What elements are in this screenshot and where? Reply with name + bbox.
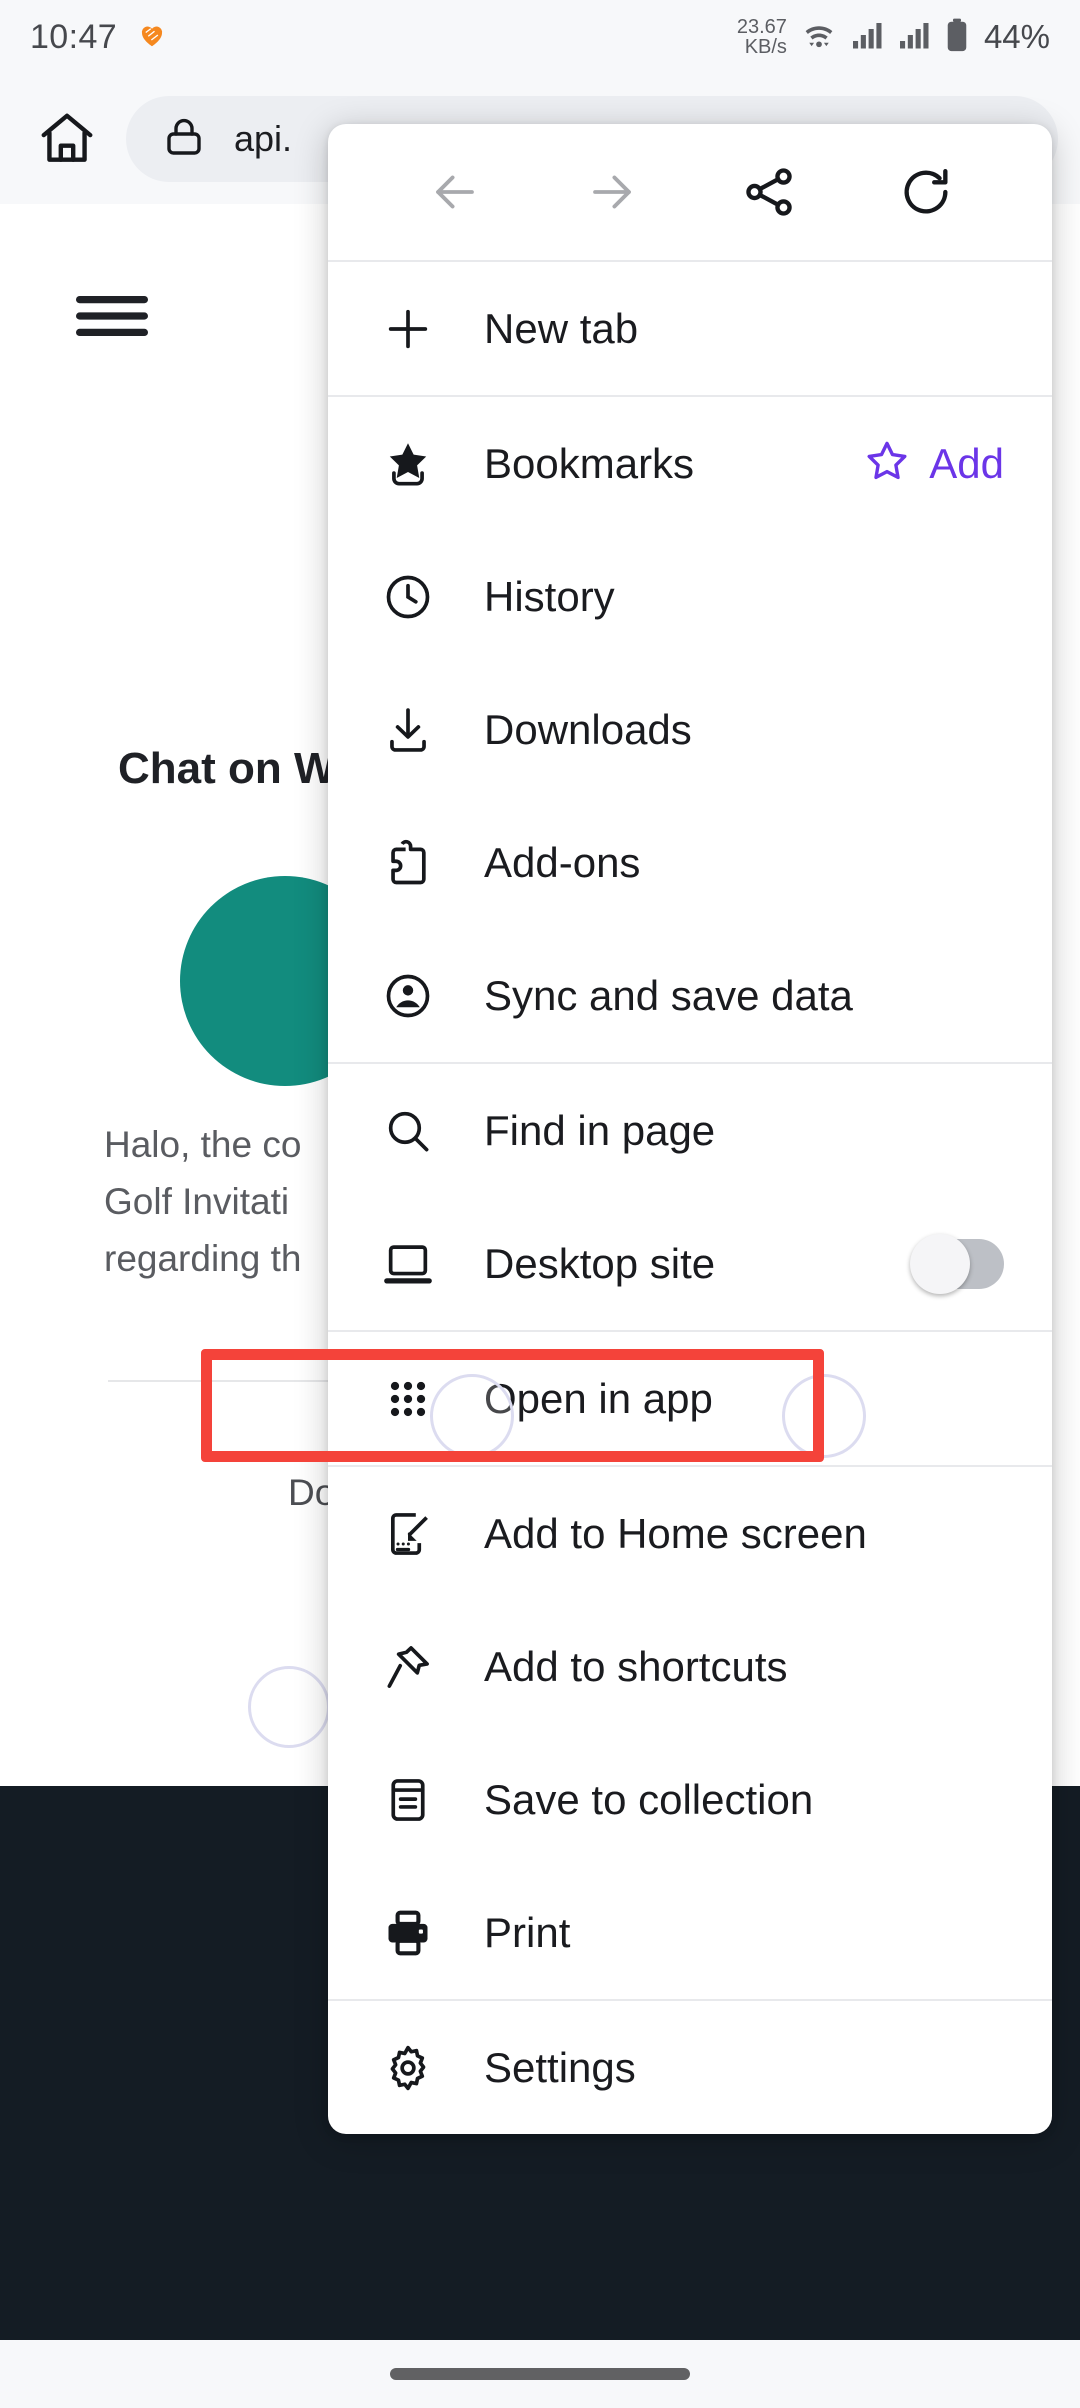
desktop-site-toggle[interactable]	[910, 1233, 1004, 1294]
lock-icon	[160, 113, 208, 166]
menu-item-label: Desktop site	[484, 1239, 716, 1287]
network-speed-unit: KB/s	[744, 36, 787, 58]
menu-nav-row	[328, 124, 1052, 260]
menu-item-label: Sync and save data	[484, 971, 853, 1019]
page-body-line: regarding th	[104, 1238, 302, 1279]
reload-icon[interactable]	[847, 163, 1004, 221]
menu-item-label: Find in page	[484, 1106, 716, 1154]
menu-item-label: New tab	[484, 304, 639, 352]
touch-ripple-indicator	[782, 1374, 866, 1458]
menu-item-label: Bookmarks	[484, 439, 695, 487]
menu-item-downloads[interactable]: Downloads	[328, 663, 1052, 796]
bookmark-star-icon	[376, 438, 440, 490]
menu-item-label: Add to shortcuts	[484, 1642, 788, 1690]
menu-item-label: Add-ons	[484, 838, 641, 886]
add-bookmark-button[interactable]: Add	[863, 437, 1004, 490]
menu-item-label: Settings	[484, 2043, 636, 2091]
menu-item-label: Add to Home screen	[484, 1509, 867, 1557]
add-bookmark-label: Add	[929, 439, 1004, 487]
touch-ripple-indicator	[430, 1374, 514, 1458]
page-body-line: Halo, the co	[104, 1124, 302, 1165]
network-speed-value: 23.67	[736, 16, 787, 38]
back-button[interactable]	[376, 163, 533, 221]
pin-icon	[376, 1641, 440, 1693]
phone-screen: 10:47 23.67 KB/s 44% api. Chat on Wh Hal…	[0, 0, 1080, 2408]
touch-ripple-indicator	[248, 1666, 330, 1748]
menu-item-sync-and-save-data[interactable]: Sync and save data	[328, 929, 1052, 1062]
menu-item-label: Save to collection	[484, 1775, 814, 1823]
forward-button[interactable]	[533, 163, 690, 221]
home-indicator[interactable]	[390, 2368, 690, 2380]
heart-icon	[137, 20, 167, 55]
cellular-signal-icon	[898, 20, 932, 55]
menu-item-print[interactable]: Print	[328, 1866, 1052, 1999]
system-navigation-bar	[0, 2340, 1080, 2408]
menu-item-add-to-home-screen[interactable]: Add to Home screen	[328, 1467, 1052, 1600]
share-icon[interactable]	[690, 163, 847, 221]
menu-item-history[interactable]: History	[328, 530, 1052, 663]
menu-item-label: Open in app	[484, 1374, 713, 1422]
browser-menu-panel: New tab Bookmarks Add History Downloads …	[328, 124, 1052, 2134]
url-text: api.	[234, 118, 293, 159]
network-speed-indicator: 23.67 KB/s	[737, 17, 787, 57]
page-body-text: Halo, the co Golf Invitati regarding th	[104, 1116, 301, 1287]
collection-icon	[376, 1774, 440, 1826]
printer-icon	[376, 1907, 440, 1959]
menu-item-settings[interactable]: Settings	[328, 2001, 1052, 2134]
status-clock: 10:47	[30, 17, 118, 56]
status-bar: 10:47 23.67 KB/s 44%	[0, 0, 1080, 74]
search-icon	[376, 1105, 440, 1157]
menu-item-save-to-collection[interactable]: Save to collection	[328, 1733, 1052, 1866]
cellular-signal-icon	[851, 20, 885, 55]
status-bar-right: 23.67 KB/s 44%	[737, 17, 1050, 57]
status-bar-left: 10:47	[30, 18, 167, 57]
home-icon[interactable]	[22, 94, 112, 184]
menu-item-label: History	[484, 572, 615, 620]
menu-item-find-in-page[interactable]: Find in page	[328, 1064, 1052, 1197]
star-outline-icon	[863, 437, 911, 490]
menu-item-new-tab[interactable]: New tab	[328, 262, 1052, 395]
page-body-line: Golf Invitati	[104, 1181, 290, 1222]
menu-item-label: Print	[484, 1908, 571, 1956]
menu-item-trailing: Add	[863, 437, 1004, 490]
page-title: Chat on Wh	[118, 744, 363, 793]
wifi-icon	[800, 20, 838, 55]
battery-percent: 44%	[983, 18, 1050, 55]
hamburger-menu-icon[interactable]	[76, 294, 148, 343]
menu-item-add-to-shortcuts[interactable]: Add to shortcuts	[328, 1600, 1052, 1733]
plus-icon	[376, 303, 440, 355]
gear-icon	[376, 2042, 440, 2094]
toggle-knob	[910, 1233, 970, 1294]
clock-icon	[376, 571, 440, 623]
battery-icon	[945, 18, 969, 57]
menu-item-add-ons[interactable]: Add-ons	[328, 796, 1052, 929]
download-icon	[376, 704, 440, 756]
desktop-icon	[376, 1238, 440, 1290]
menu-item-bookmarks[interactable]: Bookmarks Add	[328, 397, 1052, 530]
puzzle-icon	[376, 837, 440, 889]
menu-item-desktop-site[interactable]: Desktop site	[328, 1197, 1052, 1330]
account-icon	[376, 970, 440, 1022]
toggle-track	[910, 1233, 1004, 1294]
menu-item-label: Downloads	[484, 705, 692, 753]
add-to-home-icon	[376, 1508, 440, 1560]
